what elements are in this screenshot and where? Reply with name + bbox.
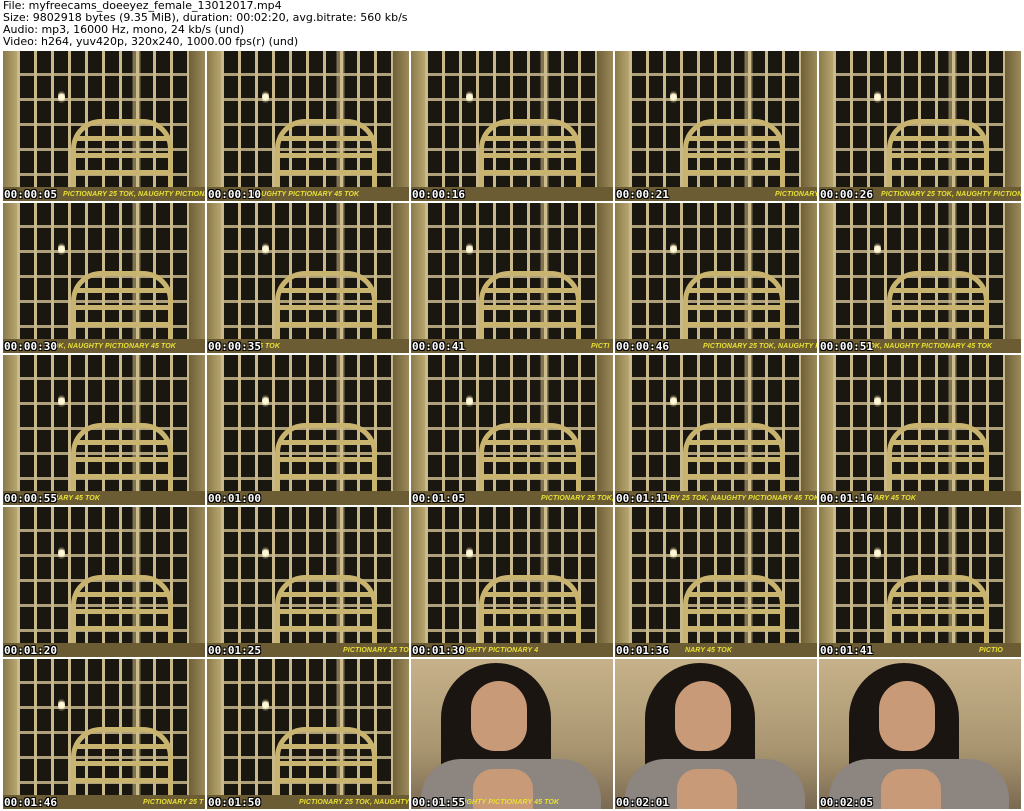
timestamp-label: 00:01:16 xyxy=(820,492,873,505)
file-info-header: File: myfreecams_doeeyez_female_13012017… xyxy=(3,0,408,48)
room-frame-image xyxy=(207,507,409,657)
video-thumbnail: 00:01:00 xyxy=(207,355,409,505)
video-thumbnail: PICTIONARY 25 TOK, NAUGHTY PICTIONA 00:00… xyxy=(819,51,1021,201)
room-frame-image xyxy=(207,659,409,809)
video-thumbnail: PICTI 00:00:41 xyxy=(411,203,613,353)
timestamp-label: 00:01:05 xyxy=(412,492,465,505)
timestamp-label: 00:00:30 xyxy=(4,340,57,353)
ticker-overlay-text: NARY 45 TOK xyxy=(869,495,917,502)
timestamp-label: 00:00:10 xyxy=(208,188,261,201)
ticker-overlay-text: PICTI xyxy=(591,343,610,350)
timestamp-label: 00:02:01 xyxy=(616,796,669,809)
room-frame-image xyxy=(207,203,409,353)
room-frame-image xyxy=(411,507,613,657)
timestamp-label: 00:01:41 xyxy=(820,644,873,657)
person-frame-image xyxy=(411,659,613,809)
ticker-overlay-text: PICTIONARY 25 TOK, NAUGH xyxy=(541,495,613,502)
timestamp-label: 00:01:00 xyxy=(208,492,261,505)
video-thumbnail: NARY 45 TOK 00:00:55 xyxy=(3,355,205,505)
timestamp-label: 00:01:36 xyxy=(616,644,669,657)
ticker-overlay-text: TOK, NAUGHTY PICTIONARY 45 TOK xyxy=(865,343,993,350)
ticker-overlay-text: NAUGHTY PICTIONARY 45 TOK xyxy=(251,191,360,198)
ticker-overlay-text: ARY 25 TOK, NAUGHTY PICTIONARY 45 TOK xyxy=(665,495,817,502)
video-thumbnail: TOK, NAUGHTY PICTIONARY 45 TOK 00:00:51 xyxy=(819,203,1021,353)
ticker-overlay-text: PICTIONARY 25 TOK, NAUGHTY PICTIONA xyxy=(881,191,1021,198)
video-thumbnail: OK, NAUGHTY PICTIONARY 45 TOK 00:00:30 xyxy=(3,203,205,353)
timestamp-label: 00:00:35 xyxy=(208,340,261,353)
ticker-overlay-text: OK, NAUGHTY PICTIONARY 45 TOK xyxy=(53,343,176,350)
room-frame-image xyxy=(3,659,205,809)
thumbnail-grid: PICTIONARY 25 TOK, NAUGHTY PICTIONARY 00:… xyxy=(3,51,1021,809)
room-frame-image xyxy=(819,203,1021,353)
room-frame-image xyxy=(3,203,205,353)
timestamp-label: 00:01:11 xyxy=(616,492,669,505)
ticker-overlay-text: PICTIONARY 25 TOK, NAUGHTY PICTIONARY xyxy=(63,191,205,198)
ticker-overlay-text: PICTIONARY 25 TOK, NAUGHTY P xyxy=(703,343,817,350)
ticker-overlay-text: NARY 45 TOK xyxy=(53,495,101,502)
room-frame-image xyxy=(3,355,205,505)
video-thumbnail: PICTIONARY 25 T 00:01:46 xyxy=(3,659,205,809)
timestamp-label: 00:01:55 xyxy=(412,796,465,809)
timestamp-label: 00:00:41 xyxy=(412,340,465,353)
room-frame-image xyxy=(3,507,205,657)
room-frame-image xyxy=(3,51,205,201)
room-frame-image xyxy=(411,51,613,201)
ticker-overlay-text: NAUGHTY PICTIONARY 45 TOK xyxy=(451,799,560,806)
video-thumbnail: NARY 45 TOK 00:01:36 xyxy=(615,507,817,657)
video-thumbnail: NAUGHTY PICTIONARY 45 TOK 00:00:10 xyxy=(207,51,409,201)
timestamp-label: 00:01:46 xyxy=(4,796,57,809)
ticker-overlay-text: PICTIONARY xyxy=(775,191,817,198)
ticker-overlay-text: PICTIO xyxy=(979,647,1003,654)
video-thumbnail: PICTIONARY 25 TOK, NAUGHTY PICTION 00:01:… xyxy=(207,659,409,809)
room-frame-image xyxy=(207,355,409,505)
room-frame-image xyxy=(615,51,817,201)
ticker-overlay-text: PICTIONARY 25 T xyxy=(143,799,204,806)
video-thumbnail: 00:01:20 xyxy=(3,507,205,657)
timestamp-label: 00:01:20 xyxy=(4,644,57,657)
video-thumbnail: PICTIONARY 00:00:21 xyxy=(615,51,817,201)
video-thumbnail: NARY 45 TOK 00:01:16 xyxy=(819,355,1021,505)
timestamp-label: 00:00:51 xyxy=(820,340,873,353)
person-frame-image xyxy=(615,659,817,809)
room-frame-image xyxy=(615,507,817,657)
room-frame-image xyxy=(819,507,1021,657)
timestamp-label: 00:02:05 xyxy=(820,796,873,809)
timestamp-label: 00:00:05 xyxy=(4,188,57,201)
video-info-line: Video: h264, yuv420p, 320x240, 1000.00 f… xyxy=(3,35,299,48)
room-frame-image xyxy=(819,355,1021,505)
video-thumbnail: PICTIONARY 25 TOK, NAUGH 00:01:05 xyxy=(411,355,613,505)
video-thumbnail: PICTIONARY 25 TOK, NAUGHTY PICTIONARY 00:… xyxy=(3,51,205,201)
room-frame-image xyxy=(615,355,817,505)
video-thumbnail: PICTIONARY 25 TOK 00:01:25 xyxy=(207,507,409,657)
room-frame-image xyxy=(615,203,817,353)
video-thumbnail: PICTIONARY 25 TOK, NAUGHTY P 00:00:46 xyxy=(615,203,817,353)
ticker-overlay-text: PICTIONARY 25 TOK xyxy=(343,647,409,654)
video-thumbnail: 00:00:16 xyxy=(411,51,613,201)
timestamp-label: 00:00:21 xyxy=(616,188,669,201)
timestamp-label: 00:00:46 xyxy=(616,340,669,353)
video-thumbnail: 00:02:01 xyxy=(615,659,817,809)
ticker-overlay-text: PICTIONARY 25 TOK, NAUGHTY PICTION xyxy=(299,799,409,806)
video-thumbnail: PICTIO 00:01:41 xyxy=(819,507,1021,657)
video-thumbnail: NAUGHTY PICTIONARY 45 TOK 00:01:55 xyxy=(411,659,613,809)
room-frame-image xyxy=(819,51,1021,201)
timestamp-label: 00:01:25 xyxy=(208,644,261,657)
video-thumbnail: 00:02:05 xyxy=(819,659,1021,809)
video-thumbnail: NAUGHTY PICTIONARY 4 00:01:30 xyxy=(411,507,613,657)
timestamp-label: 00:00:16 xyxy=(412,188,465,201)
video-thumbnail: 45 TOK 00:00:35 xyxy=(207,203,409,353)
timestamp-label: 00:01:30 xyxy=(412,644,465,657)
timestamp-label: 00:00:55 xyxy=(4,492,57,505)
room-frame-image xyxy=(411,203,613,353)
room-frame-image xyxy=(411,355,613,505)
room-frame-image xyxy=(207,51,409,201)
person-frame-image xyxy=(819,659,1021,809)
ticker-overlay-text: NARY 45 TOK xyxy=(685,647,733,654)
video-thumbnail: ARY 25 TOK, NAUGHTY PICTIONARY 45 TOK 00:… xyxy=(615,355,817,505)
timestamp-label: 00:01:50 xyxy=(208,796,261,809)
timestamp-label: 00:00:26 xyxy=(820,188,873,201)
